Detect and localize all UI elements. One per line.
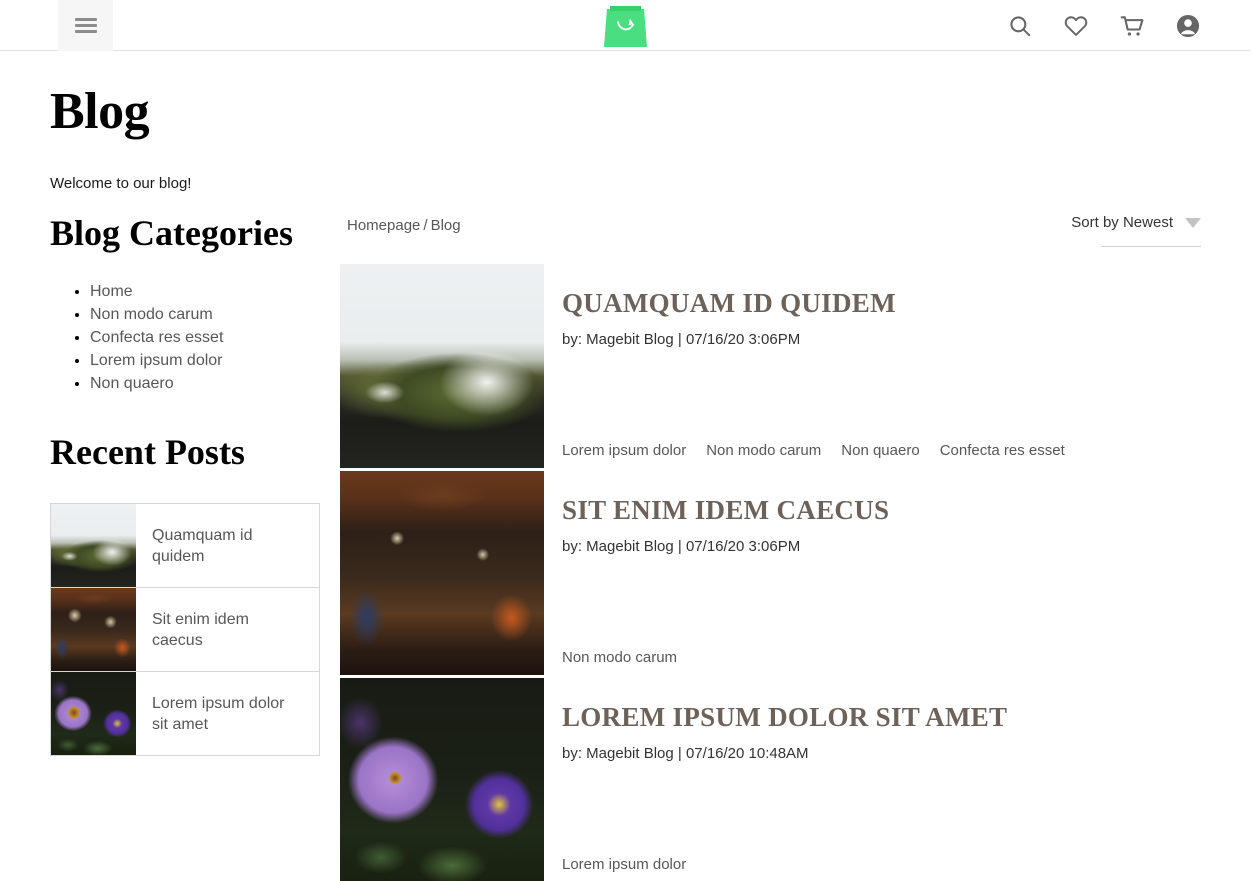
blog-post-meta: by: Magebit Blog | 07/16/20 3:06PM xyxy=(562,538,801,555)
list-item[interactable]: Lorem ipsum dolor xyxy=(90,351,320,370)
blog-post-body: LOREM IPSUM DOLOR SIT AMET by: Magebit B… xyxy=(544,678,1201,881)
blog-post: QUAMQUAM ID QUIDEM by: Magebit Blog | 07… xyxy=(340,264,1201,471)
sidebar-category-link[interactable]: Lorem ipsum dolor xyxy=(90,352,223,369)
shopping-bag-logo xyxy=(604,5,647,47)
recent-post-title[interactable]: Quamquam id quidem xyxy=(136,504,319,587)
recent-posts-heading: Recent Posts xyxy=(50,431,245,472)
blog-post-list: QUAMQUAM ID QUIDEM by: Magebit Blog | 07… xyxy=(340,264,1201,881)
breadcrumb: Homepage / Blog xyxy=(340,214,461,234)
header-icon-group xyxy=(1007,0,1201,51)
wishlist-heart-icon[interactable] xyxy=(1063,13,1089,39)
blog-post-image[interactable] xyxy=(340,471,544,675)
account-icon[interactable] xyxy=(1175,13,1201,39)
sidebar-category-link[interactable]: Home xyxy=(90,283,133,300)
tag-link[interactable]: Lorem ipsum dolor xyxy=(562,856,686,873)
blog-post-meta: by: Magebit Blog | 07/16/20 3:06PM xyxy=(562,331,801,348)
blog-post-body: QUAMQUAM ID QUIDEM by: Magebit Blog | 07… xyxy=(544,264,1201,471)
blog-post-body: SIT ENIM IDEM CAECUS by: Magebit Blog | … xyxy=(544,471,1201,678)
sidebar: Blog Categories Home Non modo carum Conf… xyxy=(50,213,340,881)
main-content: Homepage / Blog Sort by Newest QUAMQUAM ID… xyxy=(340,214,1201,881)
list-item[interactable]: Home xyxy=(90,282,320,301)
sort-select[interactable]: Sort by Newest xyxy=(1071,214,1201,231)
page-container: Blog Welcome to our blog! Blog Categorie… xyxy=(0,51,1251,881)
tag-link[interactable]: Lorem ipsum dolor xyxy=(562,442,686,459)
blog-post: LOREM IPSUM DOLOR SIT AMET by: Magebit B… xyxy=(340,678,1201,881)
list-item[interactable]: Non quaero xyxy=(90,374,320,393)
list-item[interactable]: Non modo carum xyxy=(90,305,320,324)
blog-post: SIT ENIM IDEM CAECUS by: Magebit Blog | … xyxy=(340,471,1201,678)
tag-link[interactable]: Non modo carum xyxy=(706,442,821,459)
search-icon[interactable] xyxy=(1007,13,1033,39)
breadcrumb-current: Blog xyxy=(430,217,461,234)
blog-post-tags: Non modo carum xyxy=(562,649,1201,666)
recent-posts-list: Quamquam id quidem Sit enim idem caecus … xyxy=(50,503,320,757)
blog-post-meta: by: Magebit Blog | 07/16/20 10:48AM xyxy=(562,745,809,762)
sort-control[interactable]: Sort by Newest xyxy=(1071,214,1201,247)
recent-post-thumbnail xyxy=(51,504,136,588)
sidebar-category-link[interactable]: Non modo carum xyxy=(90,306,213,323)
recent-post-thumbnail xyxy=(51,588,136,672)
blog-post-tags: Lorem ipsum dolor Non modo carum Non qua… xyxy=(562,442,1201,459)
site-header xyxy=(0,0,1251,51)
welcome-text: Welcome to our blog! xyxy=(50,175,192,192)
blog-post-image[interactable] xyxy=(340,264,544,468)
main-toolbar: Homepage / Blog Sort by Newest xyxy=(340,214,1201,254)
sort-label: Sort by Newest xyxy=(1071,214,1173,231)
sort-underline xyxy=(1101,246,1201,247)
recent-post-title[interactable]: Sit enim idem caecus xyxy=(136,588,319,671)
blog-post-title[interactable]: QUAMQUAM ID QUIDEM xyxy=(562,288,1201,319)
list-item[interactable]: Lorem ipsum dolor sit amet xyxy=(50,671,320,757)
shopping-cart-icon[interactable] xyxy=(1119,13,1145,39)
blog-post-tags: Lorem ipsum dolor xyxy=(562,856,1201,873)
tag-link[interactable]: Non modo carum xyxy=(562,649,677,666)
blog-categories-list: Home Non modo carum Confecta res esset L… xyxy=(90,282,320,393)
tag-link[interactable]: Non quaero xyxy=(841,442,919,459)
blog-post-image[interactable] xyxy=(340,678,544,881)
list-item[interactable]: Quamquam id quidem xyxy=(50,503,320,589)
list-item[interactable]: Confecta res esset xyxy=(90,328,320,347)
blog-post-title[interactable]: SIT ENIM IDEM CAECUS xyxy=(562,495,1201,526)
breadcrumb-home-link[interactable]: Homepage xyxy=(347,217,420,234)
recent-post-title[interactable]: Lorem ipsum dolor sit amet xyxy=(136,672,319,755)
page-title: Blog xyxy=(50,83,150,140)
sidebar-category-link[interactable]: Non quaero xyxy=(90,375,174,392)
list-item[interactable]: Sit enim idem caecus xyxy=(50,587,320,673)
blog-post-title[interactable]: LOREM IPSUM DOLOR SIT AMET xyxy=(562,702,1201,733)
sidebar-category-link[interactable]: Confecta res esset xyxy=(90,329,223,346)
tag-link[interactable]: Confecta res esset xyxy=(940,442,1065,459)
blog-categories-heading: Blog Categories xyxy=(50,213,293,253)
recent-post-thumbnail xyxy=(51,672,136,756)
chevron-down-icon[interactable] xyxy=(1185,217,1201,228)
content-columns: Blog Categories Home Non modo carum Conf… xyxy=(50,213,1201,881)
breadcrumb-separator: / xyxy=(423,217,428,234)
